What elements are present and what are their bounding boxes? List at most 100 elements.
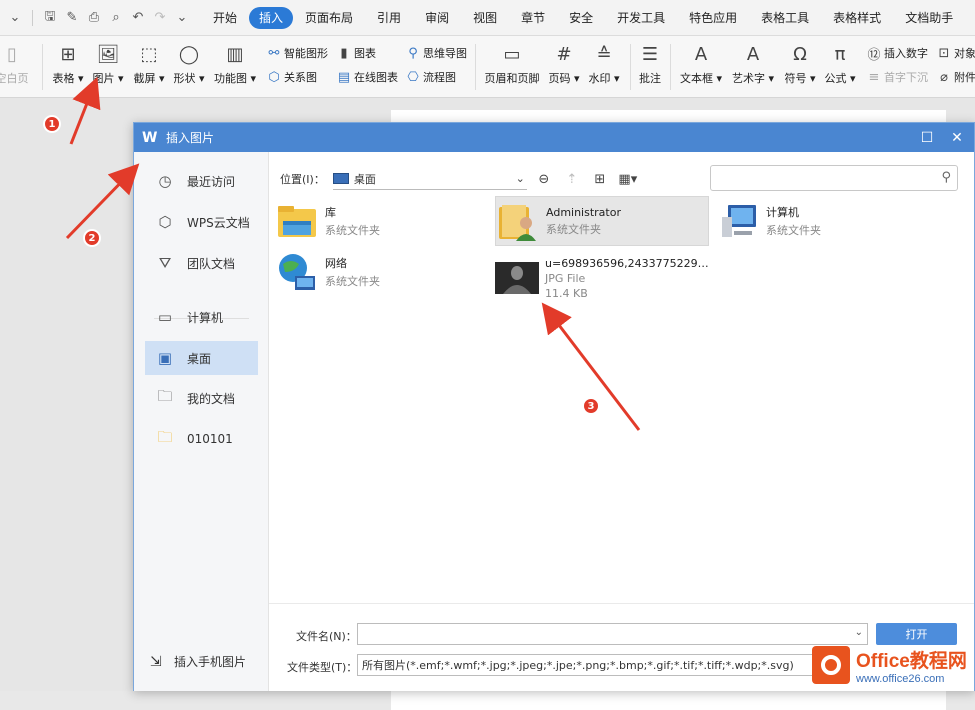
object-button[interactable]: ⊡ 对象: [936, 44, 975, 62]
word-art-button[interactable]: A 艺术字 ▾: [728, 42, 778, 86]
sidebar-item-label: 010101: [187, 432, 233, 446]
tab-special-apps[interactable]: 特色应用: [677, 7, 749, 29]
filetype-select[interactable]: 所有图片(*.emf;*.wmf;*.jpg;*.jpeg;*.jpe;*.pn…: [357, 654, 827, 676]
tab-start[interactable]: 开始: [201, 7, 249, 29]
format-painter-icon[interactable]: ✎: [61, 7, 83, 29]
tab-table-style[interactable]: 表格样式: [821, 7, 893, 29]
tab-review[interactable]: 审阅: [413, 7, 461, 29]
comment-icon: ☰: [641, 43, 659, 65]
text-box-button[interactable]: A 文本框 ▾: [676, 42, 726, 86]
print-preview-icon[interactable]: ⌕: [105, 7, 127, 29]
table-button[interactable]: ⊞ 表格 ▾: [46, 42, 90, 86]
file-item-network[interactable]: 网络 系统文件夹: [275, 247, 489, 297]
tab-chapter[interactable]: 章节: [509, 7, 557, 29]
file-name: 库: [325, 206, 336, 219]
shape-button[interactable]: ◯ 形状 ▾: [167, 42, 211, 86]
flowchart-button[interactable]: ⎔ 流程图: [405, 68, 456, 86]
tab-table-tools[interactable]: 表格工具: [749, 7, 821, 29]
file-item-administrator[interactable]: Administrator 系统文件夹: [495, 196, 709, 246]
word-art-icon: A: [746, 43, 760, 65]
tab-view[interactable]: 视图: [461, 7, 509, 29]
sidebar-item-my-docs[interactable]: 🗀 我的文档: [145, 381, 258, 415]
file-item-jpg[interactable]: u=698936596,2433775229&f... JPG File 11.…: [495, 248, 710, 308]
formula-button[interactable]: π 公式 ▾: [818, 42, 862, 86]
file-item-computer[interactable]: 计算机 系统文件夹: [716, 196, 930, 246]
picture-button[interactable]: 🖼 图片 ▾: [86, 42, 130, 86]
mind-map-button[interactable]: ⚲ 思维导图: [405, 44, 467, 62]
relation-chart-button[interactable]: ⬡ 关系图: [266, 68, 317, 86]
office-logo-icon: [812, 646, 850, 684]
divider: [475, 44, 476, 90]
header-footer-button[interactable]: ▭ 页眉和页脚: [484, 42, 540, 86]
sidebar-item-desktop[interactable]: ▣ 桌面: [145, 341, 258, 375]
location-select[interactable]: 桌面 ⌄: [332, 168, 527, 190]
insert-mobile-picture-link[interactable]: ⇲ 插入手机图片: [150, 653, 246, 670]
file-name: 计算机: [766, 206, 799, 219]
function-chart-button[interactable]: ▥ 功能图 ▾: [213, 42, 257, 86]
sidebar-item-label: 最近访问: [187, 174, 236, 189]
sidebar-item-recent[interactable]: ◷ 最近访问: [145, 164, 258, 198]
page-number-button[interactable]: # 页码 ▾: [542, 42, 586, 86]
chevron-down-icon[interactable]: ⌄: [855, 627, 863, 638]
tab-page-layout[interactable]: 页面布局: [293, 7, 365, 29]
insert-number-label: 插入数字: [884, 47, 928, 60]
back-icon[interactable]: ⊖: [533, 168, 555, 190]
tab-insert[interactable]: 插入: [249, 6, 294, 29]
computer-icon: [716, 199, 760, 243]
online-chart-button[interactable]: ▤ 在线图表: [336, 68, 398, 86]
blank-page-icon: ▯: [7, 43, 17, 65]
up-folder-icon[interactable]: ⇡: [561, 168, 583, 190]
drop-cap-button[interactable]: ≡ 首字下沉: [866, 68, 928, 86]
header-footer-icon: ▭: [503, 43, 521, 65]
insert-number-button[interactable]: ⑫ 插入数字: [866, 44, 928, 63]
watermark-button[interactable]: ≙ 水印 ▾: [582, 42, 626, 86]
smart-graphic-label: 智能图形: [284, 47, 328, 60]
header-footer-label: 页眉和页脚: [484, 72, 540, 85]
screenshot-icon: ⬚: [140, 43, 158, 65]
file-item-library[interactable]: 库 系统文件夹: [275, 196, 489, 246]
dialog-sidebar: ◷ 最近访问 ⬡ WPS云文档 ⛛ 团队文档 ▭ 计算机 ▣ 桌面 🗀 我的文档…: [134, 152, 269, 691]
print-icon[interactable]: ⎙: [83, 7, 105, 29]
file-type: JPG File: [545, 271, 586, 285]
symbol-button[interactable]: Ω 符号 ▾: [778, 42, 822, 86]
user-folder-icon: [496, 199, 540, 243]
shape-icon: ◯: [178, 43, 200, 65]
page-number-label: 页码 ▾: [548, 72, 580, 85]
filename-input[interactable]: ⌄: [357, 623, 868, 645]
comment-button[interactable]: ☰ 批注: [628, 42, 672, 86]
chevron-down-icon[interactable]: ⌄: [4, 7, 26, 29]
view-mode-icon[interactable]: ▦▾: [617, 168, 639, 190]
undo-icon[interactable]: ↶: [127, 7, 149, 29]
relation-chart-icon: ⬡: [268, 69, 280, 85]
sidebar-item-label: 我的文档: [187, 391, 236, 406]
tab-doc-assistant[interactable]: 文档助手: [893, 7, 965, 29]
search-input[interactable]: ⚲: [710, 165, 958, 191]
sidebar-item-wps-cloud[interactable]: ⬡ WPS云文档: [145, 205, 258, 239]
sidebar-item-folder-010101[interactable]: 🗀 010101: [145, 422, 258, 456]
smart-graphic-button[interactable]: ⚯ 智能图形: [266, 44, 328, 62]
online-chart-label: 在线图表: [354, 71, 398, 84]
redo-icon[interactable]: ↷: [149, 7, 171, 29]
ribbon: ▯ 空白页 ⊞ 表格 ▾ 🖼 图片 ▾ ⬚ 截屏 ▾ ◯ 形状 ▾ ▥ 功能图 …: [0, 36, 975, 98]
blank-page-button[interactable]: ▯ 空白页: [0, 42, 34, 86]
save-icon[interactable]: 🖫: [39, 7, 61, 29]
customize-icon[interactable]: ⌄: [171, 7, 193, 29]
screenshot-button[interactable]: ⬚ 截屏 ▾: [127, 42, 171, 86]
dialog-title-bar[interactable]: W 插入图片 ☐ ✕: [134, 123, 974, 152]
flowchart-icon: ⎔: [407, 69, 419, 85]
function-chart-icon: ▥: [226, 43, 244, 65]
sidebar-item-team-docs[interactable]: ⛛ 团队文档: [145, 246, 258, 280]
tab-security[interactable]: 安全: [557, 7, 605, 29]
tab-developer[interactable]: 开发工具: [605, 7, 677, 29]
chart-icon: ▮: [340, 45, 348, 61]
picture-label: 图片 ▾: [92, 72, 124, 85]
watermark-url: www.office26.com: [856, 672, 945, 685]
new-folder-icon[interactable]: ⊞: [589, 168, 611, 190]
maximize-icon[interactable]: ☐: [912, 123, 942, 152]
chart-button[interactable]: ▮ 图表: [336, 44, 376, 62]
close-icon[interactable]: ✕: [942, 123, 972, 152]
attachment-button[interactable]: ⌀ 附件: [936, 68, 975, 86]
sidebar-item-computer[interactable]: ▭ 计算机: [145, 300, 258, 334]
desktop-monitor-icon: [332, 173, 349, 184]
tab-references[interactable]: 引用: [365, 7, 413, 29]
